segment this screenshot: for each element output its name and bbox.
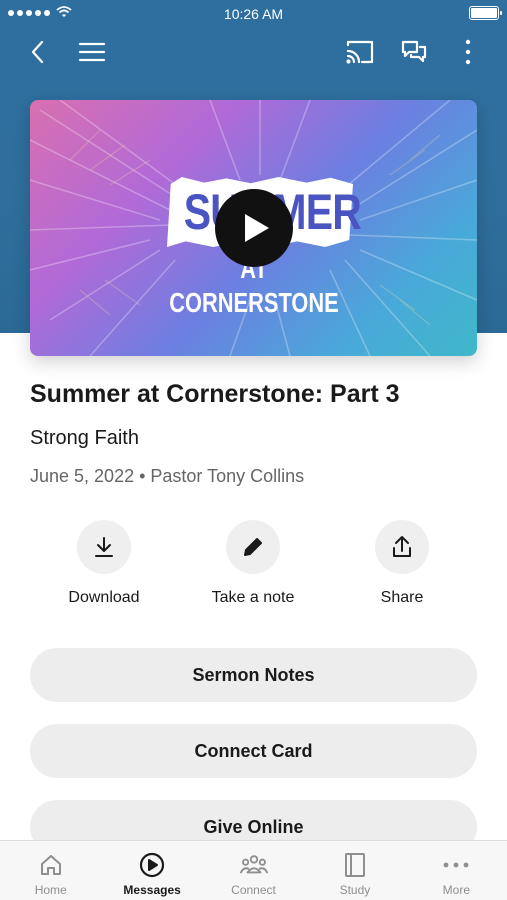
share-label: Share <box>380 589 424 606</box>
share-icon <box>393 536 411 557</box>
tab-study[interactable]: Study <box>304 841 405 900</box>
tab-label: Connect <box>231 883 276 897</box>
battery-icon <box>469 6 502 20</box>
tab-home[interactable]: Home <box>0 841 101 900</box>
download-button[interactable]: Download <box>39 520 169 607</box>
people-icon <box>239 855 268 874</box>
take-note-icon-circle[interactable] <box>226 520 280 574</box>
play-circle-icon <box>140 852 165 878</box>
take-note-label: Take a note <box>211 589 295 606</box>
download-label: Download <box>68 589 140 606</box>
back-button[interactable] <box>22 36 54 68</box>
book-icon <box>344 853 365 877</box>
play-icon <box>244 214 269 242</box>
cast-button[interactable] <box>344 36 376 68</box>
connect-card-button[interactable]: Connect Card <box>30 724 477 778</box>
tab-bar: Home Messages Connect Study More <box>0 840 507 900</box>
message-subtitle: Strong Faith <box>30 427 139 449</box>
status-time: 10:26 AM <box>223 6 284 22</box>
take-note-button[interactable]: Take a note <box>188 520 318 607</box>
download-icon-circle[interactable] <box>77 520 131 574</box>
pencil-icon <box>244 538 262 556</box>
tab-more[interactable]: More <box>406 841 507 900</box>
share-icon-circle[interactable] <box>375 520 429 574</box>
download-icon <box>95 537 113 557</box>
ellipsis-icon <box>443 862 469 868</box>
message-title: Summer at Cornerstone: Part 3 <box>30 380 400 408</box>
tab-label: More <box>442 883 470 897</box>
home-icon <box>40 855 61 875</box>
tab-label: Messages <box>123 883 181 897</box>
sermon-video-thumbnail[interactable]: SUMMER AT CORNERSTONE <box>30 100 477 356</box>
chat-icon <box>401 40 427 63</box>
tab-label: Study <box>339 883 371 897</box>
more-options-button[interactable] <box>452 36 484 68</box>
play-button[interactable] <box>215 189 293 267</box>
status-bar: 10:26 AM <box>0 0 507 28</box>
tab-messages[interactable]: Messages <box>101 841 202 900</box>
vertical-ellipsis-icon <box>465 39 471 65</box>
menu-button[interactable] <box>76 36 108 68</box>
chevron-left-icon <box>31 40 44 64</box>
cast-icon <box>346 40 374 64</box>
tab-connect[interactable]: Connect <box>203 841 304 900</box>
message-meta: June 5, 2022 • Pastor Tony Collins <box>30 466 305 486</box>
hamburger-icon <box>78 42 106 62</box>
comments-button[interactable] <box>398 36 430 68</box>
tab-label: Home <box>34 883 67 897</box>
share-button[interactable]: Share <box>337 520 467 607</box>
sermon-notes-button[interactable]: Sermon Notes <box>30 648 477 702</box>
